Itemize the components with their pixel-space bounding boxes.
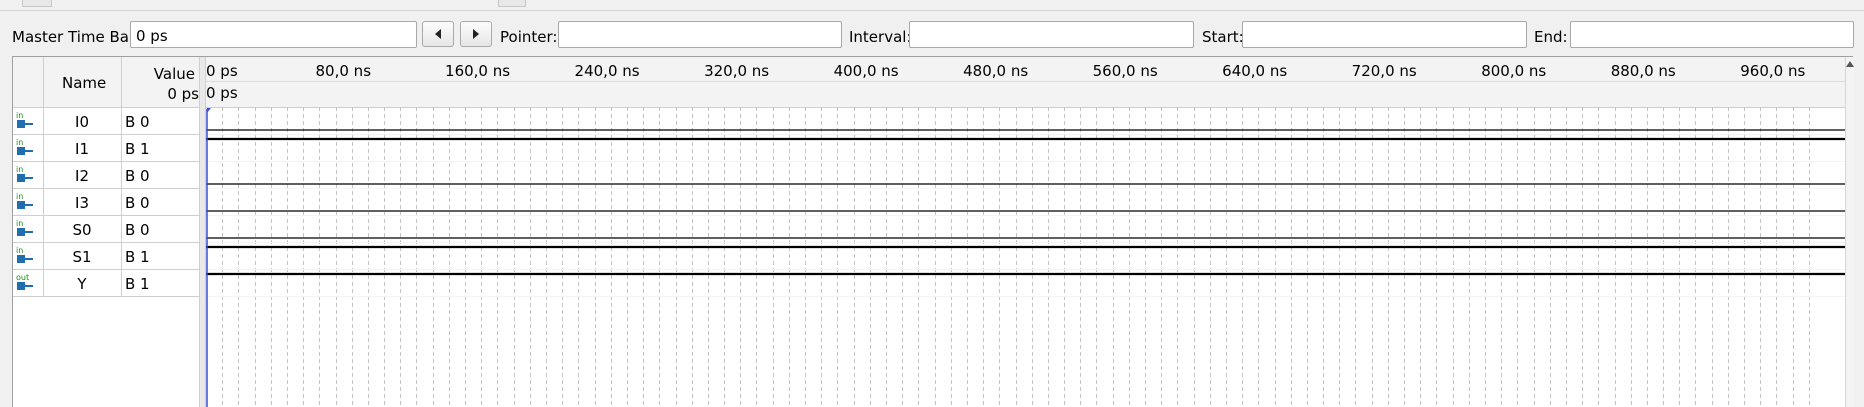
- triangle-right-icon: [473, 29, 479, 39]
- signal-value-cell: B 0: [121, 189, 199, 215]
- signal-row[interactable]: in I2 B 0: [13, 162, 199, 189]
- value-column-header[interactable]: Value 0 ps: [121, 57, 199, 107]
- signal-value-cell: B 1: [121, 243, 199, 269]
- time-tick-label: 240,0 ns: [575, 62, 640, 80]
- interval-label: Interval:: [849, 28, 912, 46]
- name-header-label: Name: [62, 74, 107, 92]
- pointer-label: Pointer:: [500, 28, 558, 46]
- input-pin-icon: in: [16, 246, 33, 263]
- signal-name: I2: [75, 167, 89, 185]
- svg-text:in: in: [16, 219, 23, 228]
- signal-value-cell: B 1: [121, 270, 199, 296]
- signal-name-cell: I0: [43, 108, 122, 134]
- signal-name: I0: [75, 113, 89, 131]
- time-tick-label: 960,0 ns: [1740, 62, 1805, 80]
- signal-name-cell: Y: [43, 270, 122, 296]
- pin-type-cell: in: [13, 162, 44, 188]
- time-tick-label: 480,0 ns: [963, 62, 1028, 80]
- input-pin-icon: in: [16, 219, 33, 236]
- signal-name-cell: S1: [43, 243, 122, 269]
- svg-text:in: in: [16, 192, 23, 201]
- svg-text:in: in: [16, 138, 23, 147]
- signal-row[interactable]: in S1 B 1: [13, 243, 199, 270]
- next-transition-button[interactable]: [460, 21, 492, 47]
- signal-name-cell: I3: [43, 189, 122, 215]
- signal-name-cell: I2: [43, 162, 122, 188]
- pin-type-column-header: [13, 57, 44, 107]
- signal-name: Y: [77, 275, 87, 293]
- svg-text:in: in: [16, 111, 23, 120]
- time-tick-label: 400,0 ns: [834, 62, 899, 80]
- signal-value: B 1: [125, 140, 150, 158]
- signal-name: S0: [72, 221, 92, 239]
- time-tick-label: 0 ps: [206, 62, 238, 80]
- signal-name: I1: [75, 140, 89, 158]
- signal-name: I3: [75, 194, 89, 212]
- signal-row[interactable]: in S0 B 0: [13, 216, 199, 243]
- scroll-up-arrow-icon[interactable]: [1846, 60, 1854, 68]
- time-tick-label: 320,0 ns: [704, 62, 769, 80]
- output-pin-icon: out: [16, 273, 33, 290]
- signal-value: B 1: [125, 275, 150, 293]
- splitter-handle-left[interactable]: [22, 0, 52, 7]
- window-top-strip: [0, 0, 1864, 11]
- pin-type-cell: out: [13, 270, 44, 296]
- interval-field[interactable]: [909, 21, 1194, 48]
- time-tick-label: 720,0 ns: [1352, 62, 1417, 80]
- input-pin-icon: in: [16, 192, 33, 209]
- time-tick-label: 800,0 ns: [1481, 62, 1546, 80]
- pin-type-cell: in: [13, 243, 44, 269]
- input-pin-icon: in: [16, 138, 33, 155]
- signal-row[interactable]: out Y B 1: [13, 270, 199, 297]
- pin-type-cell: in: [13, 135, 44, 161]
- signal-value: B 0: [125, 113, 150, 131]
- previous-transition-button[interactable]: [422, 21, 454, 47]
- waveform-panel: Name Value 0 ps in I0 B 0 in I1 B 1 in I2 B 0 in I…: [12, 56, 1854, 407]
- time-tick-label: 640,0 ns: [1222, 62, 1287, 80]
- pin-type-cell: in: [13, 189, 44, 215]
- vertical-scrollbar[interactable]: [1845, 57, 1854, 407]
- waveform-area[interactable]: 0 ps 80,0 ns 160,0 ns 240,0 ns 320,0 ns 400,0…: [206, 57, 1846, 407]
- name-column-header[interactable]: Name: [43, 57, 122, 107]
- value-time-label: 0 ps: [167, 85, 199, 103]
- cursor-time-label: 0 ps: [206, 84, 238, 102]
- signal-value-cell: B 1: [121, 135, 199, 161]
- time-tick-label: 560,0 ns: [1093, 62, 1158, 80]
- signal-value: B 0: [125, 194, 150, 212]
- signal-name: S1: [72, 248, 92, 266]
- signal-value: B 0: [125, 167, 150, 185]
- triangle-left-icon: [435, 29, 441, 39]
- time-tick-label: 160,0 ns: [445, 62, 510, 80]
- svg-text:out: out: [16, 273, 29, 282]
- signal-value-cell: B 0: [121, 216, 199, 242]
- signal-value-cell: B 0: [121, 162, 199, 188]
- splitter-handle-center[interactable]: [498, 0, 526, 7]
- end-field[interactable]: [1570, 21, 1854, 48]
- input-pin-icon: in: [16, 111, 33, 128]
- end-label: End:: [1534, 28, 1568, 46]
- time-tick-label: 80,0 ns: [316, 62, 372, 80]
- master-time-bar-label: Master Time Bar:: [12, 28, 140, 46]
- time-toolbar: Master Time Bar: 0 ps Pointer: Interval:…: [0, 18, 1864, 52]
- signal-name-cell: S0: [43, 216, 122, 242]
- svg-text:in: in: [16, 246, 23, 255]
- value-header-label: Value: [153, 65, 195, 83]
- signal-value: B 1: [125, 248, 150, 266]
- pane-splitter[interactable]: [199, 57, 206, 407]
- signal-row[interactable]: in I0 B 0: [13, 108, 199, 135]
- pin-type-cell: in: [13, 108, 44, 134]
- pointer-field[interactable]: [558, 21, 842, 48]
- signal-row[interactable]: in I1 B 1: [13, 135, 199, 162]
- svg-text:in: in: [16, 165, 23, 174]
- input-pin-icon: in: [16, 165, 33, 182]
- start-label: Start:: [1202, 28, 1244, 46]
- pin-type-cell: in: [13, 216, 44, 242]
- signal-row[interactable]: in I3 B 0: [13, 189, 199, 216]
- start-field[interactable]: [1242, 21, 1527, 48]
- signal-value-cell: B 0: [121, 108, 199, 134]
- time-tick-label: 880,0 ns: [1611, 62, 1676, 80]
- signal-name-cell: I1: [43, 135, 122, 161]
- signal-value: B 0: [125, 221, 150, 239]
- master-time-bar-field[interactable]: 0 ps: [130, 21, 417, 48]
